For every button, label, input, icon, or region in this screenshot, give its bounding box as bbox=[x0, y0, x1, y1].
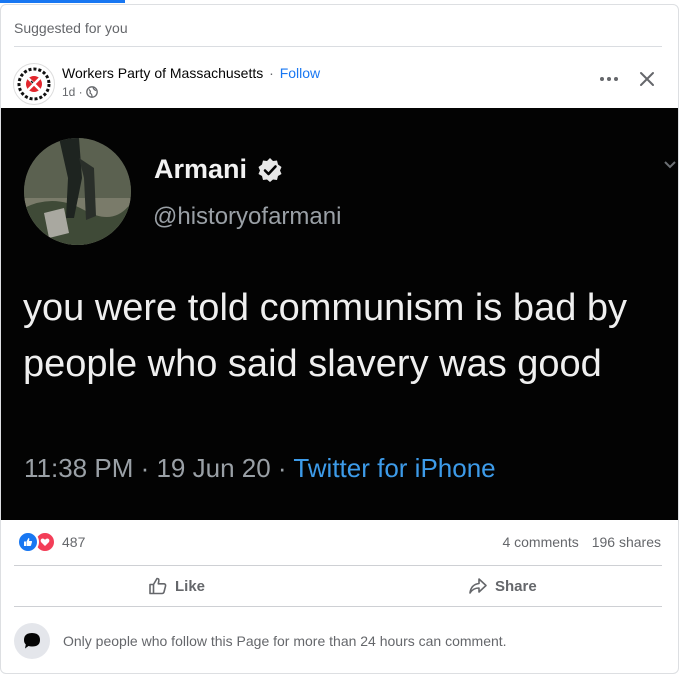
feed-post-card: Suggested for you Workers Party of Massa… bbox=[0, 4, 679, 674]
tweet-author-handle: @historyofarmani bbox=[153, 203, 342, 230]
workers-unite-logo-icon bbox=[15, 65, 53, 103]
comment-notice-icon-wrap bbox=[14, 623, 50, 659]
chevron-down-icon bbox=[664, 161, 676, 169]
share-button[interactable]: Share bbox=[468, 568, 537, 604]
verified-badge-icon bbox=[258, 157, 282, 182]
reactions-summary[interactable]: 487 bbox=[17, 531, 85, 553]
post-header: Workers Party of Massachusetts · Follow … bbox=[1, 57, 678, 105]
tweet-text: you were told communism is bad by people… bbox=[23, 287, 628, 385]
heart-icon bbox=[40, 538, 50, 546]
shares-count-link[interactable]: 196 shares bbox=[592, 534, 661, 550]
close-button[interactable] bbox=[631, 63, 663, 95]
divider bbox=[14, 606, 662, 607]
tweet-meta: 11:38 PM · 19 Jun 20 · Twitter for iPhon… bbox=[24, 453, 496, 484]
globe-icon bbox=[85, 86, 98, 98]
more-horizontal-icon bbox=[600, 77, 618, 81]
post-stats: 487 4 comments 196 shares bbox=[1, 527, 678, 555]
like-reaction-icon bbox=[17, 531, 39, 553]
more-options-button[interactable] bbox=[593, 63, 625, 95]
divider bbox=[14, 46, 662, 47]
thumbs-up-icon bbox=[24, 538, 33, 546]
page-logo-avatar[interactable] bbox=[13, 63, 55, 105]
tweet-source-app: Twitter for iPhone bbox=[293, 453, 496, 483]
avatar-photo bbox=[24, 138, 131, 245]
post-meta: 1d · bbox=[62, 85, 98, 99]
share-label: Share bbox=[495, 577, 537, 595]
reaction-count: 487 bbox=[62, 534, 86, 550]
follow-link[interactable]: Follow bbox=[280, 65, 320, 81]
speech-bubble-icon bbox=[24, 633, 40, 649]
tweet-author-name-line: Armani bbox=[154, 154, 283, 185]
active-indicator bbox=[0, 0, 125, 3]
thumbs-up-icon bbox=[149, 577, 167, 595]
divider bbox=[14, 565, 662, 566]
close-icon bbox=[640, 72, 654, 86]
suggested-label: Suggested for you bbox=[14, 20, 128, 36]
title-separator: · bbox=[269, 65, 274, 81]
comment-restriction-notice: Only people who follow this Page for mor… bbox=[14, 623, 507, 659]
comment-restriction-text: Only people who follow this Page for mor… bbox=[63, 633, 507, 649]
comments-count-link[interactable]: 4 comments bbox=[502, 534, 578, 550]
post-title-line: Workers Party of Massachusetts · Follow bbox=[62, 65, 320, 81]
post-actions: Like Share bbox=[1, 568, 678, 604]
like-label: Like bbox=[175, 577, 206, 595]
tweet-author-avatar bbox=[24, 138, 131, 245]
page-name-link[interactable]: Workers Party of Massachusetts bbox=[62, 65, 263, 81]
engagement-counts: 4 comments 196 shares bbox=[502, 534, 661, 550]
share-arrow-icon bbox=[469, 578, 487, 594]
tweet-datetime: 11:38 PM · 19 Jun 20 · bbox=[24, 453, 294, 483]
post-image-tweet-screenshot[interactable]: Armani @historyofarmani you were told co… bbox=[1, 108, 678, 520]
post-timestamp[interactable]: 1d · bbox=[62, 85, 83, 99]
tweet-author-name: Armani bbox=[154, 154, 248, 184]
like-button[interactable]: Like bbox=[148, 568, 205, 604]
